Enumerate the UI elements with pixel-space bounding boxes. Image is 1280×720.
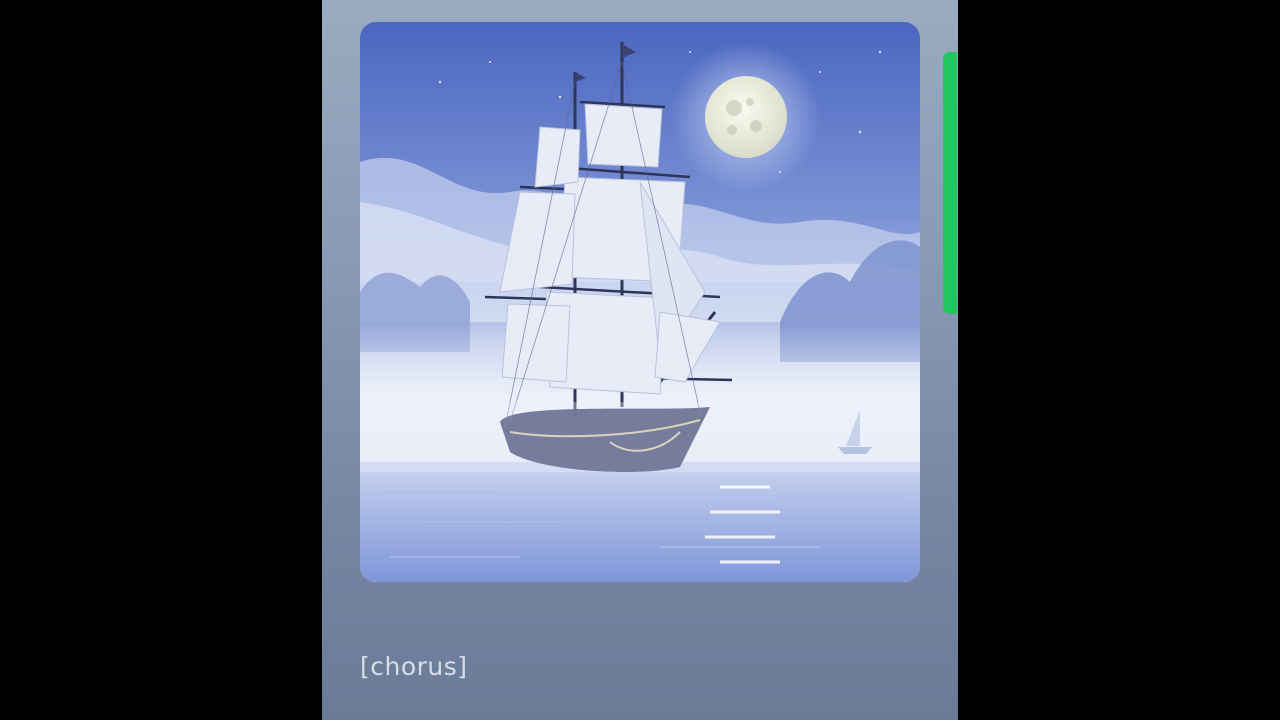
scroll-indicator[interactable] (943, 52, 957, 314)
video-frame: [chorus] (0, 0, 1280, 720)
album-art-image (360, 22, 920, 582)
lyrics-panel: [chorus] (322, 0, 958, 720)
lyric-line: [chorus] (360, 652, 468, 681)
